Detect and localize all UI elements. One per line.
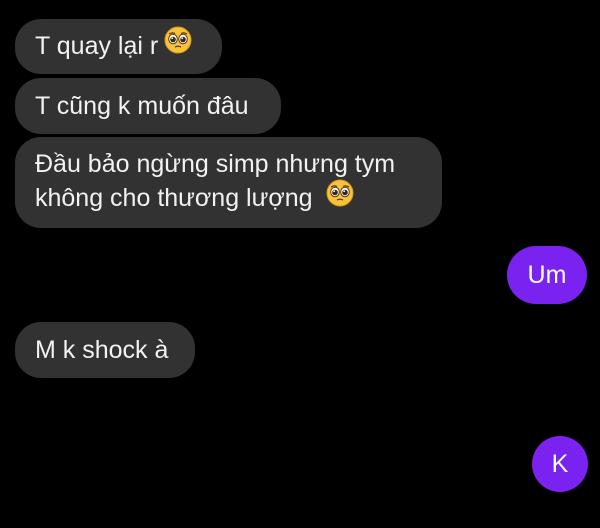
message-text: M k shock à bbox=[35, 335, 169, 364]
message-text-block: Đầu bảo ngừng simp nhưng tym không cho t… bbox=[35, 148, 395, 217]
incoming-message[interactable]: T quay lại r bbox=[15, 19, 222, 74]
message-text: không cho thương lượng bbox=[35, 183, 313, 212]
pleading-face-icon bbox=[164, 26, 192, 63]
message-text: Um bbox=[527, 260, 567, 289]
pleading-face-icon bbox=[326, 179, 354, 216]
incoming-message[interactable]: M k shock à bbox=[15, 322, 195, 378]
outgoing-message[interactable]: Um bbox=[507, 246, 587, 304]
incoming-message[interactable]: Đầu bảo ngừng simp nhưng tym không cho t… bbox=[15, 137, 442, 228]
message-text-line-2: không cho thương lượng bbox=[35, 179, 395, 218]
message-text: T cũng k muốn đâu bbox=[35, 91, 249, 120]
message-text-line: Đầu bảo ngừng simp nhưng tym bbox=[35, 150, 396, 178]
message-text: T quay lại r bbox=[35, 32, 159, 61]
incoming-message[interactable]: T cũng k muốn đâu bbox=[15, 78, 281, 134]
message-text: K bbox=[551, 449, 569, 478]
outgoing-message[interactable]: K bbox=[532, 436, 588, 492]
chat-thread: T quay lại r T cũng k muốn đâu Đầu bảo n… bbox=[0, 0, 600, 528]
